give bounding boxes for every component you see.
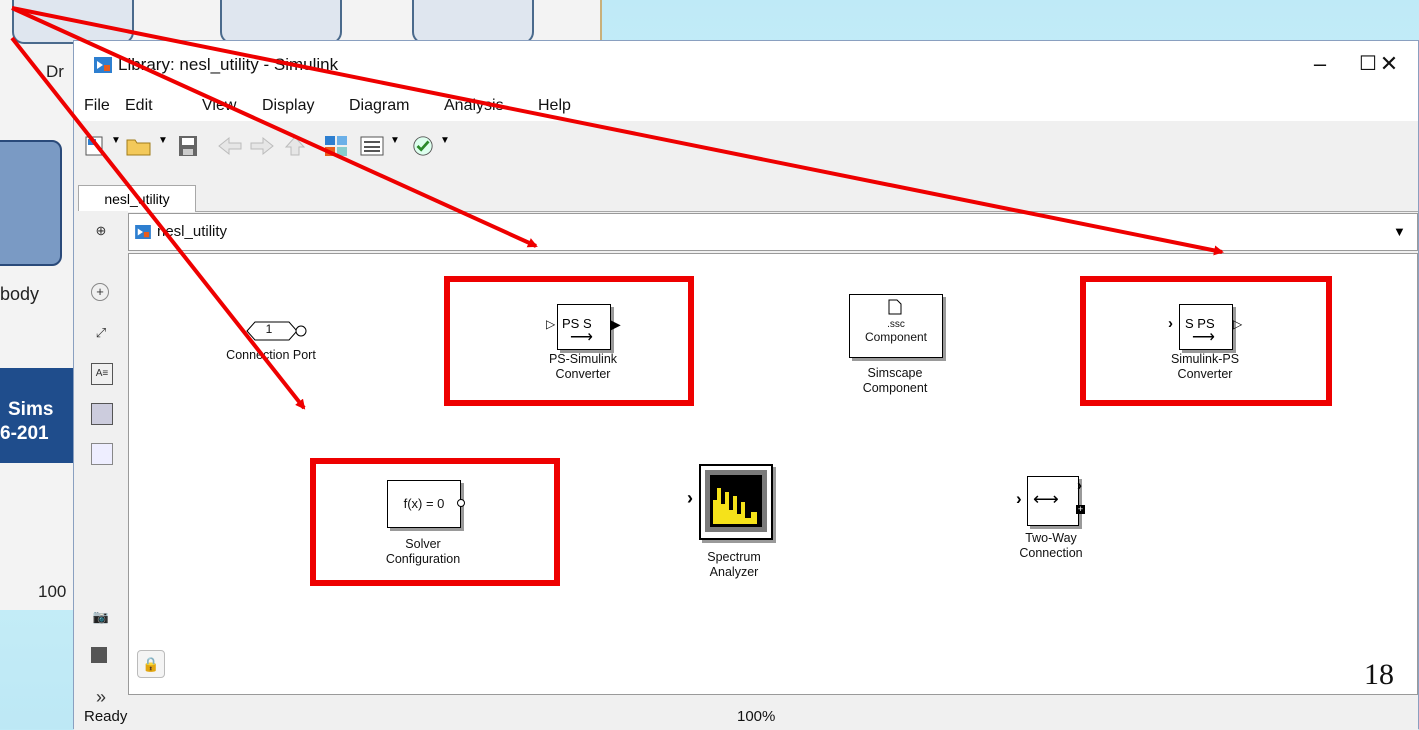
arrow-to-simulink-ps — [11, 6, 1224, 256]
arrow-to-ps-simulink — [11, 6, 538, 248]
arrow-to-solver-configuration — [10, 36, 306, 410]
annotation-arrows — [10, 6, 1224, 410]
slide-number: 18 — [1364, 658, 1394, 691]
